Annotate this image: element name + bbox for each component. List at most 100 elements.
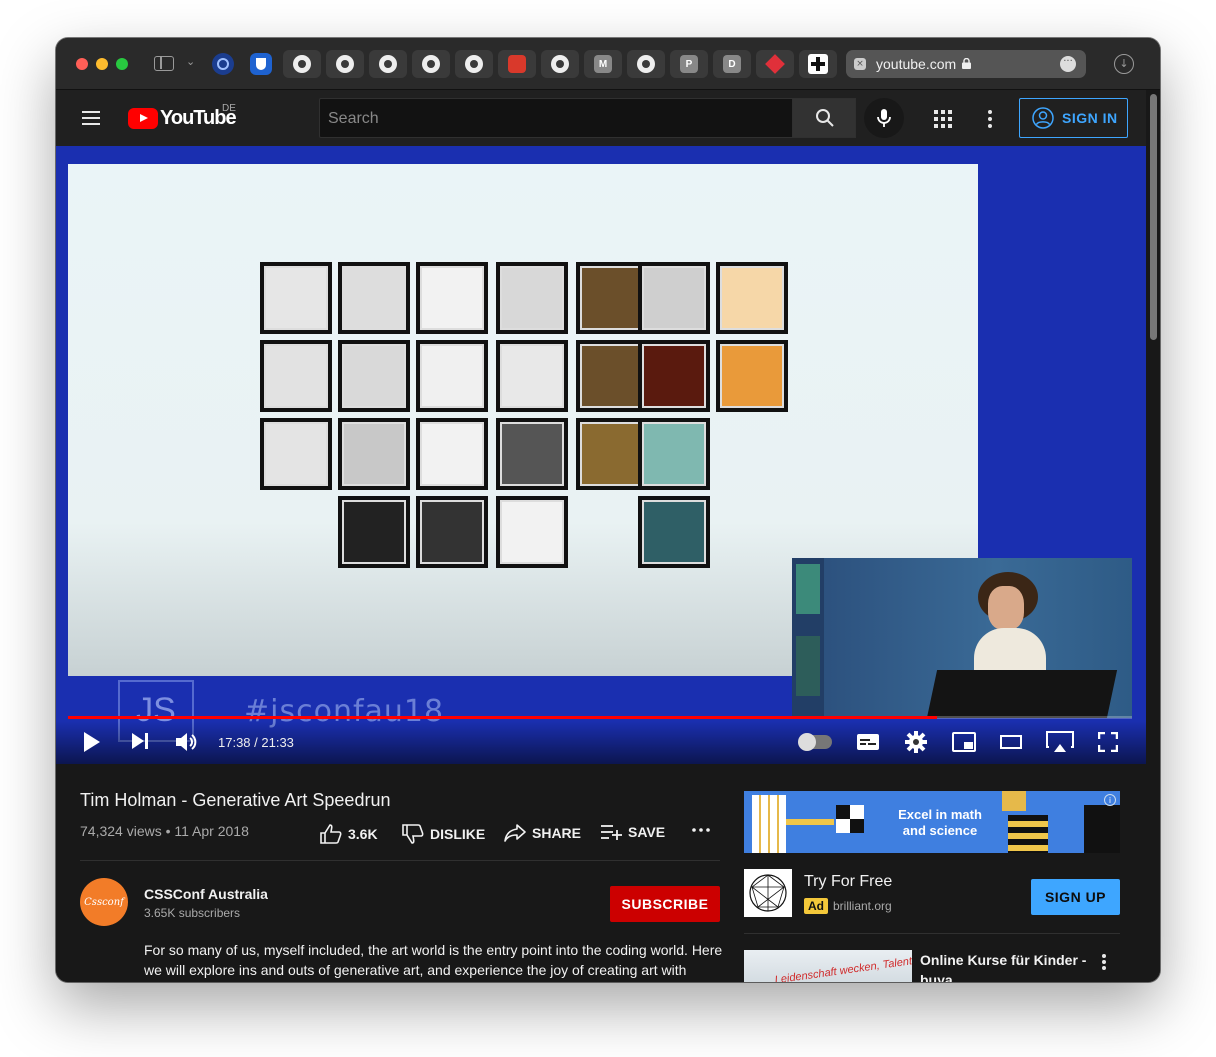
like-button[interactable]: 3.6K bbox=[320, 824, 378, 844]
apps-grid-icon[interactable] bbox=[934, 110, 952, 128]
artwork-frame bbox=[496, 418, 568, 490]
save-label: SAVE bbox=[628, 824, 666, 840]
artwork-frame bbox=[638, 340, 710, 412]
autoplay-toggle[interactable] bbox=[798, 733, 832, 751]
sidebar-toggle-icon[interactable] bbox=[154, 56, 174, 71]
d-tab-icon[interactable]: D bbox=[713, 50, 751, 78]
search-button[interactable] bbox=[792, 98, 856, 138]
voice-search-button[interactable] bbox=[864, 98, 904, 138]
address-bar[interactable]: × youtube.com ··· bbox=[846, 50, 1086, 78]
plus-tab-icon[interactable] bbox=[799, 50, 837, 78]
artwork-frame bbox=[260, 262, 332, 334]
artwork-image bbox=[342, 500, 406, 564]
artwork-image bbox=[720, 266, 784, 330]
sign-in-label: SIGN IN bbox=[1062, 110, 1118, 126]
minimize-window-button[interactable] bbox=[96, 58, 108, 70]
save-button[interactable]: SAVE bbox=[600, 824, 665, 840]
artwork-frame bbox=[416, 340, 488, 412]
artwork-image bbox=[500, 266, 564, 330]
github-tab-icon[interactable] bbox=[455, 50, 493, 78]
divider bbox=[744, 933, 1120, 934]
captions-icon[interactable] bbox=[856, 733, 880, 751]
github-tab-icon[interactable] bbox=[326, 50, 364, 78]
artwork-image bbox=[342, 266, 406, 330]
volume-icon[interactable] bbox=[174, 731, 198, 753]
github-tab-icon[interactable] bbox=[627, 50, 665, 78]
ad-banner[interactable]: Excel in math and science i bbox=[744, 791, 1120, 853]
close-tab-icon[interactable]: × bbox=[854, 58, 866, 70]
artwork-image bbox=[580, 266, 644, 330]
github-tab-icon[interactable] bbox=[283, 50, 321, 78]
youtube-logo[interactable]: YouTube bbox=[128, 107, 237, 130]
artwork-image bbox=[264, 422, 328, 486]
artwork-frame bbox=[716, 262, 788, 334]
artwork-frame bbox=[260, 418, 332, 490]
artwork-image bbox=[500, 422, 564, 486]
next-icon[interactable] bbox=[130, 731, 150, 751]
video-player[interactable]: JS #jsconfau18 17:38 / 21:33 bbox=[56, 146, 1146, 764]
ad-logo[interactable] bbox=[744, 869, 792, 917]
download-icon[interactable]: ↓ bbox=[1114, 54, 1134, 74]
recommended-title[interactable]: Online Kurse für Kinder - buya bbox=[920, 950, 1090, 982]
menu-icon[interactable] bbox=[82, 110, 102, 126]
sign-in-button[interactable]: SIGN IN bbox=[1019, 98, 1128, 138]
artwork-image bbox=[342, 422, 406, 486]
url-text: youtube.com bbox=[876, 56, 957, 72]
zoom-window-button[interactable] bbox=[116, 58, 128, 70]
thumbnail-text: Leidenschaft wecken, Talent fördern! bbox=[774, 950, 912, 982]
settings-gear-icon[interactable] bbox=[904, 730, 928, 754]
ad-signup-button[interactable]: SIGN UP bbox=[1031, 879, 1120, 915]
github-tab-icon[interactable] bbox=[541, 50, 579, 78]
artwork-image bbox=[642, 266, 706, 330]
airplay-icon[interactable] bbox=[1046, 731, 1074, 753]
fullscreen-icon[interactable] bbox=[1098, 732, 1118, 752]
artwork-image bbox=[420, 266, 484, 330]
favicon-letter-p: P bbox=[680, 55, 698, 73]
recommended-thumbnail[interactable]: Leidenschaft wecken, Talent fördern! bbox=[744, 950, 912, 982]
channel-name[interactable]: CSSConf Australia bbox=[144, 886, 268, 902]
more-options-icon[interactable]: ··· bbox=[1060, 56, 1076, 72]
channel-avatar[interactable]: Cssconf bbox=[80, 878, 128, 926]
artwork-frame bbox=[638, 418, 710, 490]
subscriber-count: 3.65K subscribers bbox=[144, 906, 241, 920]
scrollbar-thumb[interactable] bbox=[1150, 94, 1157, 340]
puzzle-tab-icon[interactable] bbox=[756, 50, 794, 78]
medium-tab-icon[interactable]: M bbox=[584, 50, 622, 78]
brilliant-logo-icon bbox=[749, 874, 787, 912]
artwork-frame bbox=[338, 418, 410, 490]
watch-page-content: Tim Holman - Generative Art Speedrun 74,… bbox=[56, 764, 1146, 982]
recommended-more-icon[interactable] bbox=[1102, 954, 1106, 970]
p-tab-icon[interactable]: P bbox=[670, 50, 708, 78]
share-button[interactable]: SHARE bbox=[504, 824, 581, 842]
miniplayer-icon[interactable] bbox=[952, 732, 976, 752]
page-scrollbar[interactable] bbox=[1146, 90, 1160, 982]
ad-info-icon[interactable]: i bbox=[1104, 794, 1116, 806]
close-window-button[interactable] bbox=[76, 58, 88, 70]
settings-more-icon[interactable] bbox=[988, 110, 992, 128]
artwork-image bbox=[642, 344, 706, 408]
progress-bar[interactable] bbox=[68, 716, 1132, 719]
thumbs-up-icon bbox=[320, 824, 342, 844]
progress-fill bbox=[68, 716, 938, 719]
play-icon[interactable] bbox=[82, 731, 102, 753]
time-display: 17:38 / 21:33 bbox=[218, 735, 294, 750]
theater-mode-icon[interactable] bbox=[1000, 734, 1022, 750]
artwork-image bbox=[642, 500, 706, 564]
more-actions-icon[interactable] bbox=[692, 828, 716, 832]
like-count: 3.6K bbox=[348, 826, 378, 842]
player-controls: 17:38 / 21:33 bbox=[56, 721, 1146, 764]
github-tab-icon[interactable] bbox=[412, 50, 450, 78]
subscribe-button[interactable]: SUBSCRIBE bbox=[610, 886, 720, 922]
password-manager-icon[interactable] bbox=[212, 53, 234, 75]
ad-banner-text: Excel in math and science bbox=[898, 807, 982, 838]
ad-badge: Ad bbox=[804, 898, 828, 914]
ad-title[interactable]: Try For Free bbox=[804, 873, 892, 891]
dislike-label: DISLIKE bbox=[430, 826, 486, 842]
dislike-button[interactable]: DISLIKE bbox=[402, 824, 485, 844]
chevron-down-icon[interactable]: ⌄ bbox=[186, 55, 195, 68]
github-tab-icon[interactable] bbox=[369, 50, 407, 78]
bitwarden-icon[interactable] bbox=[250, 53, 272, 75]
artwork-frame bbox=[338, 496, 410, 568]
search-input[interactable]: Search bbox=[319, 98, 793, 138]
app-tab-icon[interactable] bbox=[498, 50, 536, 78]
